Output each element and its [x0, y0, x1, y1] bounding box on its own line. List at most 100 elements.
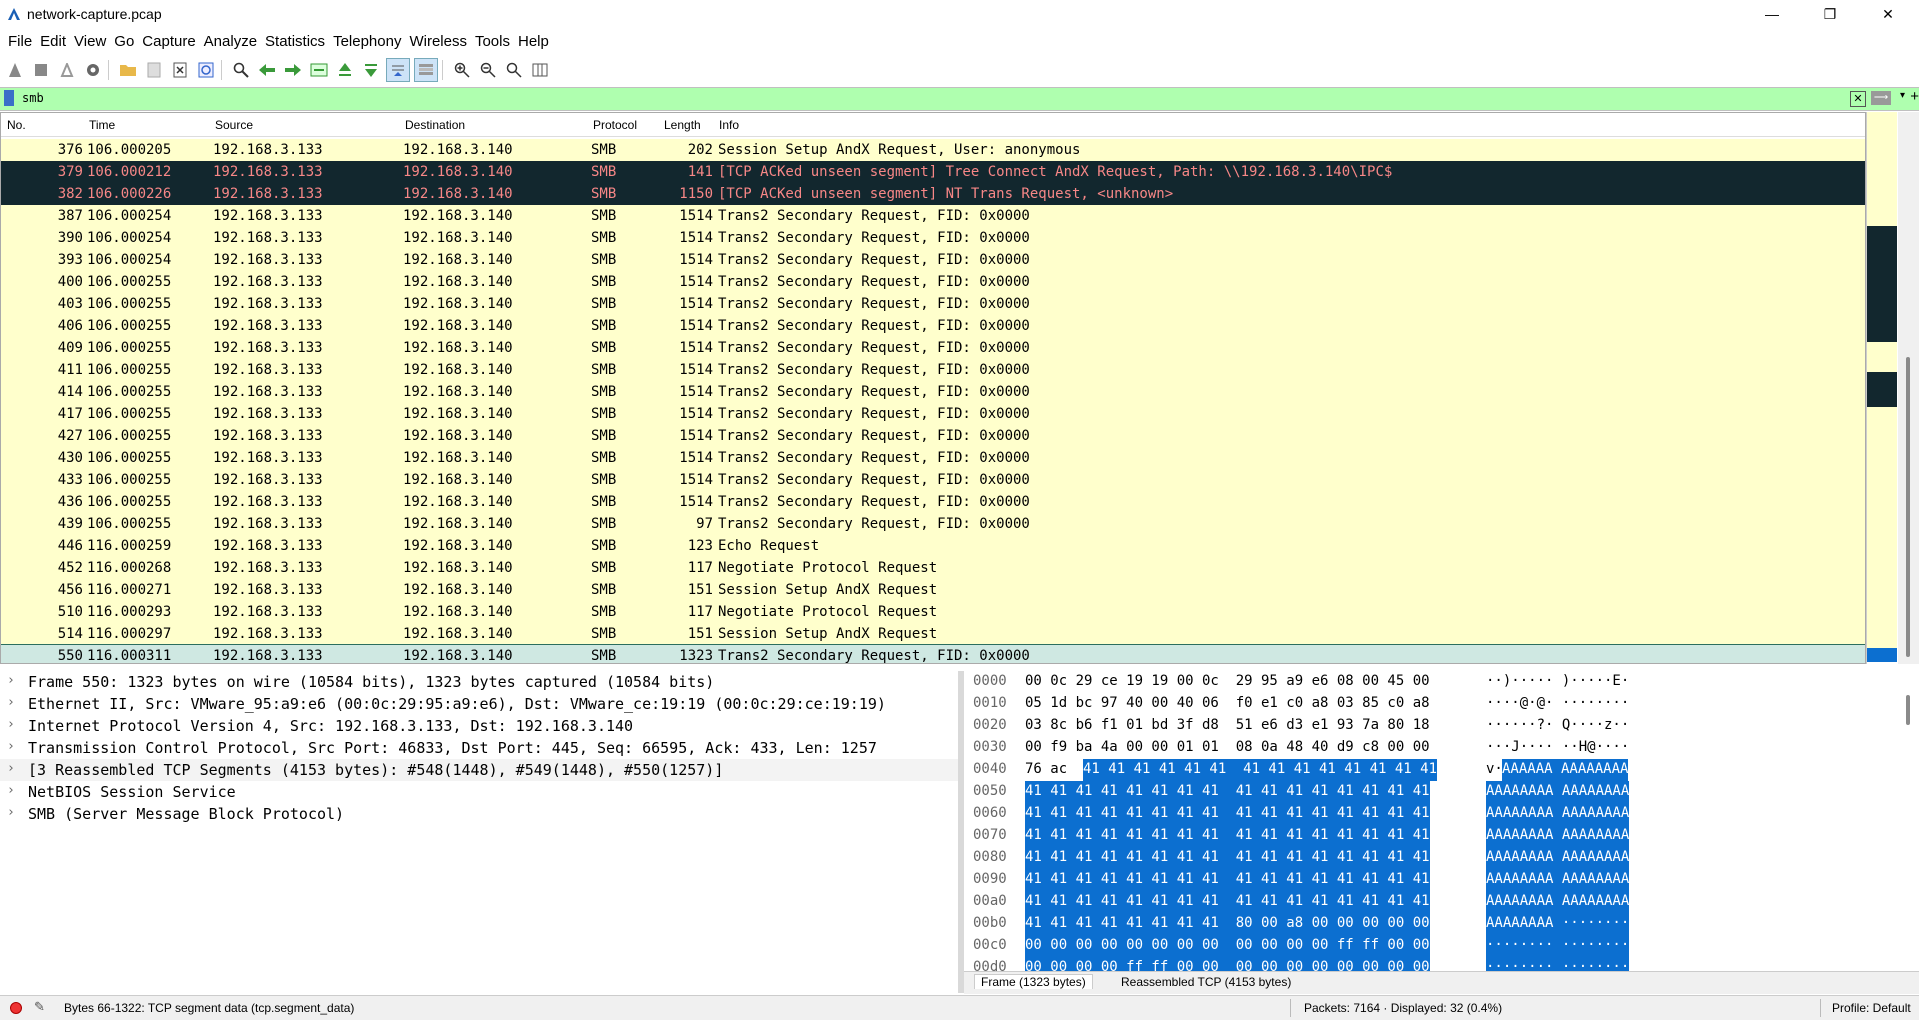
packet-row[interactable]: 439 106.000255 192.168.3.133 192.168.3.140 S…: [1, 513, 1865, 535]
packet-bytes-pane[interactable]: 0000 00 0c 29 ce 19 19 00 0c 29 95 a9 e6 …: [964, 671, 1919, 979]
packet-row[interactable]: 550 116.000311 192.168.3.133 192.168.3.140 S…: [1, 644, 1865, 663]
packet-row[interactable]: 411 106.000255 192.168.3.133 192.168.3.140 S…: [1, 359, 1865, 381]
tab-frame-bytes[interactable]: Frame (1323 bytes): [974, 974, 1093, 989]
detail-tree-item[interactable]: › Transmission Control Protocol, Src Port…: [0, 737, 958, 759]
close-button[interactable]: ✕: [1859, 0, 1917, 28]
detail-tree-item[interactable]: › Internet Protocol Version 4, Src: 192.1…: [0, 715, 958, 737]
hex-row[interactable]: 0040 76 ac 41 41 41 41 41 41 41 41 41 41 …: [964, 759, 1919, 781]
hex-row[interactable]: 0050 41 41 41 41 41 41 41 41 41 41 41 41 …: [964, 781, 1919, 803]
menu-view[interactable]: View: [74, 30, 106, 50]
filter-history-dropdown-icon[interactable]: ▾: [1900, 90, 1905, 101]
hex-row[interactable]: 0090 41 41 41 41 41 41 41 41 41 41 41 41 …: [964, 869, 1919, 891]
tab-reassembled-tcp[interactable]: Reassembled TCP (4153 bytes): [1121, 975, 1291, 989]
zoom-reset-icon[interactable]: [503, 59, 525, 81]
display-filter-bar[interactable]: smb ✕ ⟶ ▾ +: [0, 87, 1919, 111]
capture-options-icon[interactable]: [82, 59, 104, 81]
packet-row[interactable]: 514 116.000297 192.168.3.133 192.168.3.140 S…: [1, 623, 1865, 645]
clear-filter-icon[interactable]: ✕: [1850, 91, 1866, 107]
status-profile[interactable]: Profile: Default: [1832, 1001, 1911, 1015]
packet-row[interactable]: 417 106.000255 192.168.3.133 192.168.3.140 S…: [1, 403, 1865, 425]
detail-tree-item[interactable]: › NetBIOS Session Service: [0, 781, 958, 803]
detail-tree-item[interactable]: › Frame 550: 1323 bytes on wire (10584 bi…: [0, 671, 958, 693]
hex-row[interactable]: 0010 05 1d bc 97 40 00 40 06 f0 e1 c0 a8 …: [964, 693, 1919, 715]
stop-capture-icon[interactable]: [30, 59, 52, 81]
menu-tools[interactable]: Tools: [475, 30, 510, 50]
menu-help[interactable]: Help: [518, 30, 549, 50]
hex-row[interactable]: 0080 41 41 41 41 41 41 41 41 41 41 41 41 …: [964, 847, 1919, 869]
scrollbar-thumb[interactable]: [1906, 357, 1910, 657]
packet-row[interactable]: 433 106.000255 192.168.3.133 192.168.3.140 S…: [1, 469, 1865, 491]
column-header-source[interactable]: Source: [215, 118, 253, 132]
hex-row[interactable]: 00a0 41 41 41 41 41 41 41 41 41 41 41 41 …: [964, 891, 1919, 913]
menu-analyze[interactable]: Analyze: [204, 30, 257, 50]
zoom-in-icon[interactable]: [451, 59, 473, 81]
start-capture-icon[interactable]: [4, 59, 26, 81]
detail-tree-item[interactable]: › [3 Reassembled TCP Segments (4153 bytes…: [0, 759, 958, 781]
packet-row[interactable]: 376 106.000205 192.168.3.133 192.168.3.140 S…: [1, 139, 1865, 161]
display-filter-input[interactable]: smb: [22, 91, 44, 105]
packet-list[interactable]: No. Time Source Destination Protocol Len…: [0, 112, 1866, 664]
open-file-icon[interactable]: [117, 59, 139, 81]
autoscroll-icon[interactable]: [386, 58, 410, 82]
hex-row[interactable]: 00c0 00 00 00 00 00 00 00 00 00 00 00 00 …: [964, 935, 1919, 957]
packet-list-scrollbar[interactable]: [1898, 112, 1919, 664]
packet-minimap[interactable]: [1866, 112, 1899, 664]
menu-statistics[interactable]: Statistics: [265, 30, 325, 50]
packet-row[interactable]: 403 106.000255 192.168.3.133 192.168.3.140 S…: [1, 293, 1865, 315]
add-filter-button-icon[interactable]: +: [1910, 88, 1919, 105]
packet-row[interactable]: 430 106.000255 192.168.3.133 192.168.3.140 S…: [1, 447, 1865, 469]
expand-chevron-icon[interactable]: ›: [7, 783, 15, 798]
column-header-destination[interactable]: Destination: [405, 118, 465, 132]
restore-button[interactable]: ❐: [1801, 0, 1859, 28]
packet-row[interactable]: 393 106.000254 192.168.3.133 192.168.3.140 S…: [1, 249, 1865, 271]
save-file-icon[interactable]: [143, 59, 165, 81]
hex-row[interactable]: 0020 03 8c b6 f1 01 bd 3f d8 51 e6 d3 e1 …: [964, 715, 1919, 737]
reload-file-icon[interactable]: [195, 59, 217, 81]
menu-capture[interactable]: Capture: [142, 30, 195, 50]
go-back-icon[interactable]: [256, 59, 278, 81]
restart-capture-icon[interactable]: [56, 59, 78, 81]
packet-row[interactable]: 510 116.000293 192.168.3.133 192.168.3.140 S…: [1, 601, 1865, 623]
menu-telephony[interactable]: Telephony: [333, 30, 401, 50]
packet-row[interactable]: 446 116.000259 192.168.3.133 192.168.3.140 S…: [1, 535, 1865, 557]
detail-tree-item[interactable]: › SMB (Server Message Block Protocol): [0, 803, 958, 825]
colorize-icon[interactable]: [414, 58, 438, 82]
expand-chevron-icon[interactable]: ›: [7, 739, 15, 754]
hex-row[interactable]: 00b0 41 41 41 41 41 41 41 41 80 00 a8 00 …: [964, 913, 1919, 935]
packet-row[interactable]: 406 106.000255 192.168.3.133 192.168.3.140 S…: [1, 315, 1865, 337]
expert-info-icon[interactable]: [10, 1002, 22, 1014]
close-file-icon[interactable]: [169, 59, 191, 81]
go-forward-icon[interactable]: [282, 59, 304, 81]
column-header-time[interactable]: Time: [89, 118, 115, 132]
apply-filter-icon[interactable]: ⟶: [1871, 91, 1891, 105]
packet-row[interactable]: 456 116.000271 192.168.3.133 192.168.3.140 S…: [1, 579, 1865, 601]
packet-row[interactable]: 409 106.000255 192.168.3.133 192.168.3.140 S…: [1, 337, 1865, 359]
packet-details-tree[interactable]: › Frame 550: 1323 bytes on wire (10584 bi…: [0, 671, 958, 993]
menu-wireless[interactable]: Wireless: [409, 30, 467, 50]
detail-tree-item[interactable]: › Ethernet II, Src: VMware_95:a9:e6 (00:0…: [0, 693, 958, 715]
expand-chevron-icon[interactable]: ›: [7, 805, 15, 820]
filter-bookmark-icon[interactable]: [4, 90, 14, 106]
find-packet-icon[interactable]: [230, 59, 252, 81]
bytes-scrollbar[interactable]: [1898, 671, 1919, 971]
menu-file[interactable]: File: [8, 30, 32, 50]
hex-row[interactable]: 0070 41 41 41 41 41 41 41 41 41 41 41 41 …: [964, 825, 1919, 847]
packet-row[interactable]: 379 106.000212 192.168.3.133 192.168.3.140 S…: [1, 161, 1865, 183]
go-to-packet-icon[interactable]: [308, 59, 330, 81]
packet-row[interactable]: 427 106.000255 192.168.3.133 192.168.3.140 S…: [1, 425, 1865, 447]
expand-chevron-icon[interactable]: ›: [7, 717, 15, 732]
expand-chevron-icon[interactable]: ›: [7, 695, 15, 710]
column-header-no[interactable]: No.: [7, 118, 26, 132]
minimize-button[interactable]: —: [1743, 0, 1801, 28]
column-header-protocol[interactable]: Protocol: [593, 118, 637, 132]
packet-row[interactable]: 400 106.000255 192.168.3.133 192.168.3.140 S…: [1, 271, 1865, 293]
packet-row[interactable]: 382 106.000226 192.168.3.133 192.168.3.140 S…: [1, 183, 1865, 205]
column-header-info[interactable]: Info: [719, 118, 739, 132]
packet-row[interactable]: 452 116.000268 192.168.3.133 192.168.3.140 S…: [1, 557, 1865, 579]
packet-row[interactable]: 387 106.000254 192.168.3.133 192.168.3.140 S…: [1, 205, 1865, 227]
zoom-out-icon[interactable]: [477, 59, 499, 81]
column-header-length[interactable]: Length: [664, 118, 701, 132]
expand-chevron-icon[interactable]: ›: [7, 761, 15, 776]
packet-row[interactable]: 436 106.000255 192.168.3.133 192.168.3.140 S…: [1, 491, 1865, 513]
hex-row[interactable]: 0030 00 f9 ba 4a 00 00 01 01 08 0a 48 40 …: [964, 737, 1919, 759]
